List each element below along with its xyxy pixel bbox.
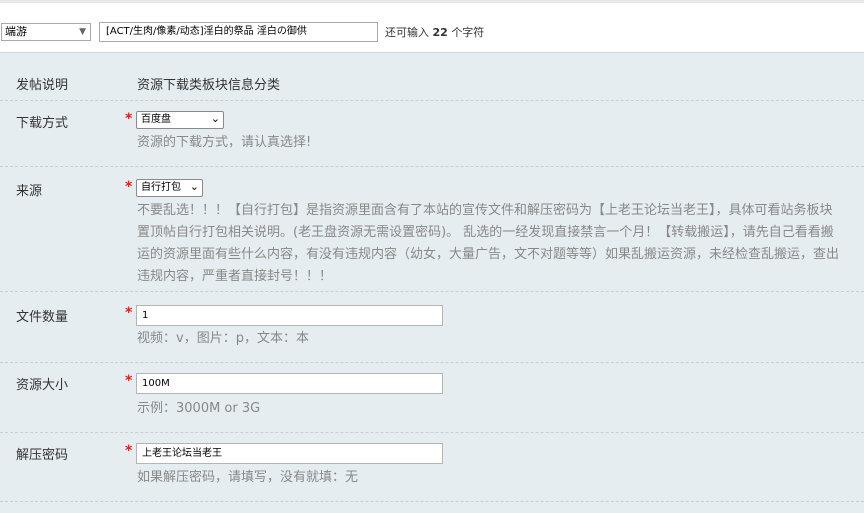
required-mark: * (125, 305, 133, 321)
size-input[interactable]: 100M (136, 373, 443, 394)
intro-value: 资源下载类板块信息分类 (137, 78, 281, 93)
source-selected: 自行打包 (141, 182, 181, 193)
password-row: 解压密码 * 上老王论坛当老王 如果解压密码，请填写，没有就填：无 (0, 433, 864, 502)
file-count-row: 文件数量 * 1 视频：v，图片：p，文本：本 (0, 292, 864, 363)
download-method-selected: 百度盘 (141, 114, 171, 125)
size-label: 资源大小 (16, 378, 69, 393)
top-divider (0, 0, 864, 3)
category-select-value: 端游 (5, 25, 27, 38)
thread-form-panel: 发帖说明 资源下载类板块信息分类 下载方式 * 百度盘 ⌄ 资源的下载方式，请认… (0, 52, 864, 513)
required-mark: * (125, 373, 133, 389)
password-label: 解压密码 (16, 448, 69, 463)
source-tip-line: 置顶帖自行打包相关说明。(老王盘资源无需设置密码)。 乱选的一经发现直接禁言一个… (137, 225, 834, 240)
source-label: 来源 (16, 184, 43, 199)
file-count-label: 文件数量 (16, 310, 69, 325)
title-input[interactable]: [ACT/生肉/像素/动态]淫白的祭品 淫白の御供 (99, 22, 378, 42)
post-title-bar: 端游 ▼ [ACT/生肉/像素/动态]淫白的祭品 淫白の御供 还可输入 22 个… (0, 0, 864, 52)
source-tip: 不要乱选！！！【自行打包】是指资源里面含有了本站的宣传文件和解压密码为【上老王论… (137, 200, 839, 288)
source-tip-line: 违规内容，严重者直接封号！！！ (137, 269, 333, 284)
size-row: 资源大小 * 100M 示例：3000M or 3G (0, 363, 864, 433)
required-mark: * (125, 443, 133, 459)
source-tip-line: 不要乱选！！！【自行打包】是指资源里面含有了本站的宣传文件和解压密码为【上老王论… (137, 203, 833, 218)
chevron-down-icon: ▼ (79, 27, 86, 37)
file-count-input[interactable]: 1 (136, 305, 443, 326)
password-input[interactable]: 上老王论坛当老王 (136, 443, 443, 464)
download-method-label: 下载方式 (16, 116, 69, 131)
download-method-select[interactable]: 百度盘 ⌄ (136, 111, 224, 129)
source-select[interactable]: 自行打包 ⌄ (136, 179, 203, 197)
remain-suffix: 个字符 (451, 26, 485, 39)
size-tip: 示例：3000M or 3G (137, 401, 261, 416)
source-row: 来源 * 自行打包 ⌄ 不要乱选！！！【自行打包】是指资源里面含有了本站的宣传文… (0, 167, 864, 292)
chevron-down-icon: ⌄ (210, 112, 220, 125)
password-tip: 如果解压密码，请填写，没有就填：无 (137, 470, 359, 485)
file-count-tip: 视频：v，图片：p，文本：本 (137, 331, 309, 346)
remaining-chars-hint: 还可输入 22 个字符 (385, 24, 484, 40)
source-tip-line: 运的资源里面有些什么内容，有没有违规内容（幼女，大量广告，文不对题等等）如果乱搬… (137, 247, 840, 262)
required-mark: * (125, 111, 133, 127)
intro-row: 发帖说明 资源下载类板块信息分类 (0, 53, 864, 101)
intro-label: 发帖说明 (16, 78, 69, 93)
category-select[interactable]: 端游 ▼ (1, 23, 91, 41)
remain-count: 22 (432, 26, 448, 39)
download-method-row: 下载方式 * 百度盘 ⌄ 资源的下载方式，请认真选择! (0, 101, 864, 167)
download-method-tip: 资源的下载方式，请认真选择! (137, 135, 312, 150)
chevron-down-icon: ⌄ (189, 180, 199, 193)
remain-prefix: 还可输入 (385, 26, 429, 39)
required-mark: * (125, 179, 133, 195)
